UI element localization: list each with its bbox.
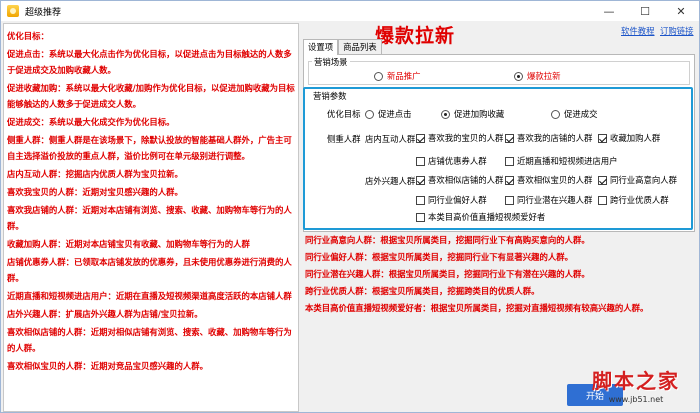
help-line: 近期直播和短视频进店用户：近期在直播及短视频渠道高度活跃的本店铺人群 [7,291,292,301]
watermark: 脚本之家 www.jb51.net [573,367,699,412]
radio-label: 新品推广 [387,71,421,81]
scene-group [308,61,690,85]
scene-legend: 营销场景 [312,56,350,68]
checkbox-label: 喜欢相似宝贝的人群 [517,175,593,185]
window-controls: — ☐ ✕ [591,1,699,21]
tab-bar: 设置项 商品列表 [303,39,382,55]
radio-label: 促进成交 [564,109,598,119]
cb-industry-potential[interactable]: 同行业潜在兴趣人群 [505,194,592,206]
checkbox-label: 近期直播和短视频进店用户 [517,156,618,166]
checkbox-checked-icon [505,133,514,143]
cb-live-video-fans[interactable]: 本类目高价值直播短视频爱好者 [416,211,545,223]
help-line: 优化目标： [7,31,49,41]
tab-settings[interactable]: 设置项 [303,39,339,55]
minimize-button[interactable]: — [591,1,627,21]
help-line: 收藏加购人群：近期对本店铺宝贝有收藏、加购物车等行为的人群 [7,239,250,249]
checkbox-label: 本类目高价值直播短视频爱好者 [428,212,546,222]
cb-like-shop[interactable]: 喜欢我的店铺的人群 [505,132,592,144]
checkbox-checked-icon [416,133,425,143]
checkbox-icon [416,212,425,222]
audience-notes: 同行业高意向人群：根据宝贝所属类目，挖掘同行业下有高购买意向的人群。 同行业偏好… [305,234,697,319]
params-group: 营销参数 优化目标 促进点击 促进加购收藏 促进成交 侧重人群 店内互动人群 喜… [303,87,693,230]
cb-cross-industry[interactable]: 跨行业优质人群 [598,194,669,206]
help-line: 喜欢我店铺的人群：近期对本店铺有浏览、搜索、收藏、加购物车等行为的人群。 [7,205,292,231]
app-window: 超级推荐 — ☐ ✕ 优化目标： 促进点击：系统以最大化点击作为优化目标，以促进… [0,0,700,413]
help-line: 侧重人群：侧重人群是在该场景下，除默认投放的智能基础人群外，广告主可自主选择溢价… [7,135,292,161]
close-button[interactable]: ✕ [663,1,699,21]
scene-radio-new[interactable]: 新品推广 [374,70,421,82]
radio-dot-icon [374,71,383,81]
radio-dot-icon [365,109,374,119]
help-line: 促进成交：系统以最大化成交作为优化目标。 [7,117,175,127]
note-line: 同行业高意向人群：根据宝贝所属类目，挖掘同行业下有高购买意向的人群。 [305,235,590,245]
params-legend: 营销参数 [311,90,349,102]
help-line: 喜欢相似宝贝的人群：近期对竞品宝贝感兴趣的人群。 [7,361,208,371]
checkbox-label: 跨行业优质人群 [610,195,669,205]
cb-similar-item[interactable]: 喜欢相似宝贝的人群 [505,174,592,186]
focus-label: 侧重人群 [327,134,361,144]
tutorial-link[interactable]: 软件教程 [621,25,655,37]
help-line: 喜欢我宝贝的人群：近期对宝贝感兴趣的人群。 [7,187,183,197]
instore-label: 店内互动人群 [365,134,416,144]
note-line: 同行业偏好人群：根据宝贝所属类目，挖掘同行业下有显著兴趣的人群。 [305,252,573,262]
watermark-url: www.jb51.net [608,395,664,404]
radio-dot-selected-icon [441,109,450,119]
cb-fav-cart[interactable]: 收藏加购人群 [598,132,660,144]
help-line: 促进点击：系统以最大化点击作为优化目标，以促进点击为目标触达的人数多于促进成交及… [7,49,292,75]
checkbox-checked-icon [598,175,607,185]
radio-label: 促进加购收藏 [454,109,505,119]
radio-label: 爆款拉新 [527,71,561,81]
checkbox-label: 同行业高意向人群 [610,175,677,185]
help-line: 店外兴趣人群：扩展店外兴趣人群为店铺/宝贝拉新。 [7,309,203,319]
radio-dot-selected-icon [514,71,523,81]
goal-radio-cart[interactable]: 促进加购收藏 [441,108,504,120]
maximize-button[interactable]: ☐ [627,1,663,21]
note-line: 跨行业优质人群：根据宝贝所属类目，挖掘跨类目的优质人群。 [305,286,540,296]
checkbox-icon [416,156,425,166]
checkbox-label: 同行业偏好人群 [428,195,487,205]
checkbox-label: 店铺优惠券人群 [428,156,487,166]
cb-similar-shop[interactable]: 喜欢相似店铺的人群 [416,174,503,186]
help-line: 喜欢相似店铺的人群：近期对相似店铺有浏览、搜索、收藏、加购物车等行为的人群。 [7,327,292,353]
goal-radio-click[interactable]: 促进点击 [365,108,412,120]
checkbox-label: 喜欢我的宝贝的人群 [428,133,504,143]
help-line: 店铺优惠券人群：已领取本店铺发放的优惠券，且未使用优惠券进行消费的人群。 [7,257,292,283]
radio-label: 促进点击 [378,109,412,119]
outstore-label: 店外兴趣人群 [365,176,416,186]
checkbox-label: 喜欢相似店铺的人群 [428,175,504,185]
goal-label: 优化目标 [327,109,361,119]
subscribe-link[interactable]: 订购链接 [660,25,694,37]
app-icon [7,5,19,17]
checkbox-label: 喜欢我的店铺的人群 [517,133,593,143]
help-text-panel[interactable]: 优化目标： 促进点击：系统以最大化点击作为优化目标，以促进点击为目标触达的人数多… [3,23,299,412]
scene-radio-hot[interactable]: 爆款拉新 [514,70,561,82]
tab-products[interactable]: 商品列表 [338,39,382,54]
cb-industry-pref[interactable]: 同行业偏好人群 [416,194,487,206]
checkbox-icon [505,156,514,166]
title-bar: 超级推荐 — ☐ ✕ [1,1,699,21]
cb-like-item[interactable]: 喜欢我的宝贝的人群 [416,132,503,144]
page-headline: 爆款拉新 [375,25,456,47]
checkbox-icon [416,195,425,205]
checkbox-icon [505,195,514,205]
note-line: 同行业潜在兴趣人群：根据宝贝所属类目，挖掘同行业下有潜在兴趣的人群。 [305,269,590,279]
goal-radio-deal[interactable]: 促进成交 [551,108,598,120]
checkbox-checked-icon [598,133,607,143]
help-line: 促进收藏加购：系统以最大化收藏/加购作为优化目标，以促进加购收藏为目标能够触达的… [7,83,295,109]
radio-dot-icon [551,109,560,119]
cb-coupon[interactable]: 店铺优惠券人群 [416,155,487,167]
watermark-logo: 脚本之家 [592,369,680,393]
checkbox-checked-icon [416,175,425,185]
checkbox-icon [598,195,607,205]
cb-industry-intent[interactable]: 同行业高意向人群 [598,174,677,186]
checkbox-checked-icon [505,175,514,185]
checkbox-label: 收藏加购人群 [610,133,661,143]
help-line: 店内互动人群：挖掘店内优质人群为宝贝拉新。 [7,169,183,179]
window-title: 超级推荐 [25,7,62,18]
cb-live-video[interactable]: 近期直播和短视频进店用户 [505,155,618,167]
note-line: 本类目高价值直播短视频爱好者：根据宝贝所属类目，挖掘对直播短视频有较高兴趣的人群… [305,303,649,313]
checkbox-label: 同行业潜在兴趣人群 [517,195,593,205]
